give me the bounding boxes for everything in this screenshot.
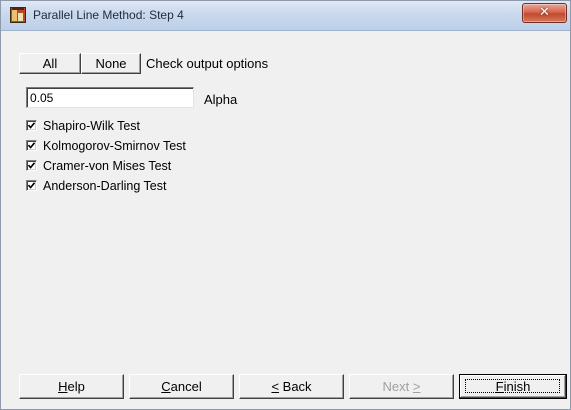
check-icon bbox=[28, 142, 35, 149]
checkbox-label: Anderson-Darling Test bbox=[43, 179, 167, 193]
check-icon bbox=[28, 182, 35, 189]
select-all-label: All bbox=[42, 56, 58, 71]
close-button[interactable]: ✕ bbox=[522, 3, 567, 23]
checkbox-box[interactable] bbox=[26, 160, 37, 171]
focus-ring bbox=[465, 379, 560, 393]
select-all-button[interactable]: All bbox=[19, 53, 81, 74]
help-button[interactable]: Help bbox=[19, 374, 124, 399]
next-button[interactable]: Next > bbox=[349, 374, 454, 399]
title-bar[interactable]: Parallel Line Method: Step 4 ✕ bbox=[1, 1, 570, 31]
output-options-label: Check output options bbox=[146, 56, 269, 71]
close-icon: ✕ bbox=[539, 5, 550, 20]
cancel-button[interactable]: Cancel bbox=[129, 374, 234, 399]
alpha-label: Alpha bbox=[204, 92, 238, 107]
finish-button[interactable]: Finish bbox=[459, 374, 567, 399]
checkbox-box[interactable] bbox=[26, 180, 37, 191]
dialog-window: Parallel Line Method: Step 4 ✕ All None … bbox=[0, 0, 571, 410]
checkbox-label: Cramer-von Mises Test bbox=[43, 159, 172, 173]
help-label: elp bbox=[67, 379, 85, 394]
checkbox-label: Kolmogorov-Smirnov Test bbox=[43, 139, 186, 153]
app-icon bbox=[10, 7, 26, 23]
window-title: Parallel Line Method: Step 4 bbox=[33, 8, 184, 22]
checkbox-box[interactable] bbox=[26, 140, 37, 151]
select-none-button[interactable]: None bbox=[81, 53, 141, 74]
back-label: Back bbox=[279, 379, 312, 394]
checkbox-box[interactable] bbox=[26, 120, 37, 131]
checkbox-label: Shapiro-Wilk Test bbox=[43, 119, 141, 133]
check-icon bbox=[28, 122, 35, 129]
alpha-input[interactable] bbox=[26, 87, 194, 108]
back-button[interactable]: < Back bbox=[239, 374, 344, 399]
next-label: Next bbox=[382, 379, 413, 394]
check-icon bbox=[28, 162, 35, 169]
select-none-label: None bbox=[95, 56, 127, 71]
cancel-label: ancel bbox=[170, 379, 202, 394]
